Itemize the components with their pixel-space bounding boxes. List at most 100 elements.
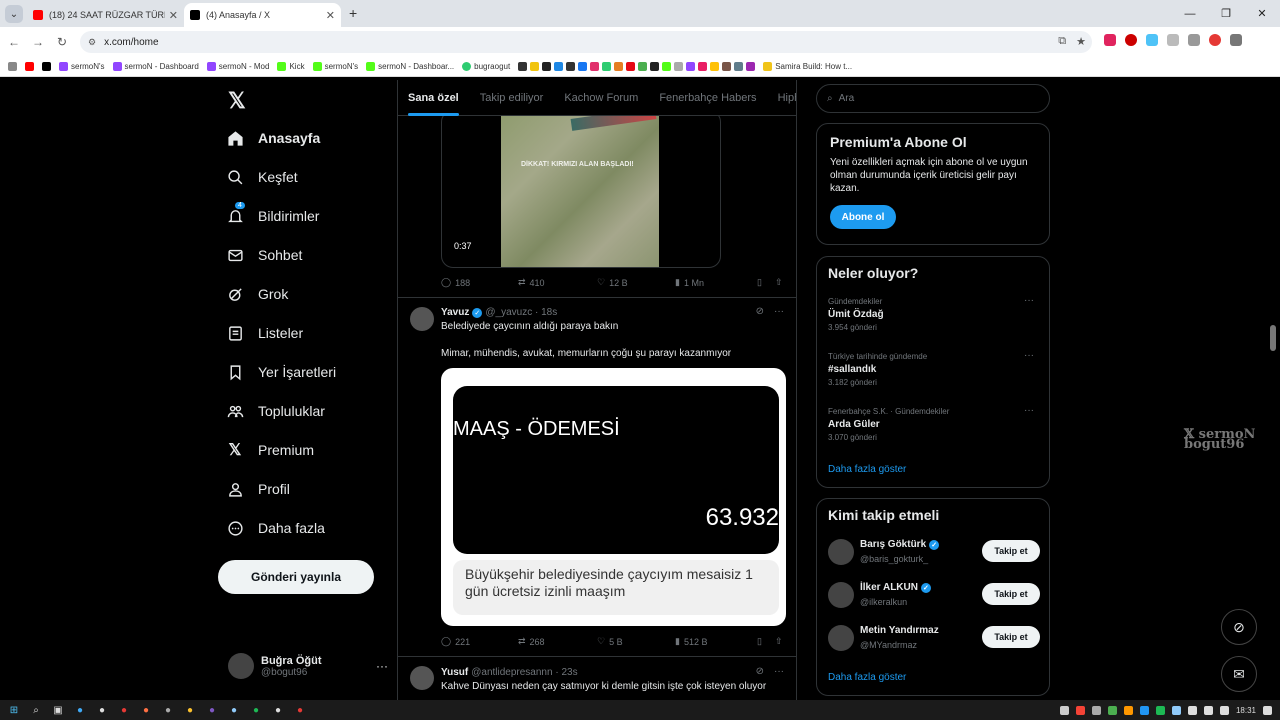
nav-lists[interactable]: Listeler	[226, 324, 303, 342]
views-button[interactable]: ▮ 1 Mn	[675, 277, 757, 288]
author-handle[interactable]: @antlidepresannn · 23s	[471, 667, 577, 678]
like-button[interactable]: ♡ 5 B	[597, 636, 675, 647]
more-icon[interactable]: ···	[774, 666, 784, 677]
tray-icon[interactable]	[1091, 705, 1101, 715]
nav-home[interactable]: Anasayfa	[226, 129, 320, 147]
avatar[interactable]	[410, 666, 434, 690]
browser-tab-youtube[interactable]: (18) 24 SAAT RÜZGAR TÜRBİNİ ✕	[27, 3, 184, 27]
reply-button[interactable]: ◯ 188	[441, 277, 518, 288]
author-name[interactable]: Yavuz	[441, 307, 469, 318]
app-icon[interactable]: ●	[272, 704, 284, 716]
task-view-icon[interactable]: ▣	[52, 704, 64, 716]
maximize-icon[interactable]: ❐	[1208, 0, 1244, 27]
tray-icon[interactable]	[1075, 705, 1085, 715]
windows-start-icon[interactable]: ⊞	[8, 704, 20, 716]
reload-icon[interactable]: ↻	[52, 35, 72, 49]
tray-icon[interactable]	[1107, 705, 1117, 715]
follow-suggestion[interactable]: İlker ALKUN ✓ @ilkeralkun Takip et	[828, 580, 1040, 610]
author-name[interactable]: Yusuf	[441, 667, 468, 678]
trend-item[interactable]: Gündemdekiler Ümit Özdağ 3.954 gönderi ·…	[828, 295, 1040, 332]
search-input[interactable]: ⌕ Ara	[816, 84, 1050, 113]
forward-icon[interactable]: →	[28, 35, 48, 49]
clock[interactable]: 18:31	[1236, 706, 1256, 715]
tweet-image[interactable]: MAAŞ - ÖDEMESİ 63.932 Büyükşehir belediy…	[441, 368, 786, 626]
bookmark-item[interactable]: sermoN - Dashboar...	[366, 62, 454, 71]
retweet-button[interactable]: ⇄ 410	[518, 277, 597, 288]
nav-messages[interactable]: Sohbet	[226, 246, 302, 264]
follow-button[interactable]: Takip et	[982, 626, 1040, 648]
bookmark-item[interactable]: sermoN's	[59, 62, 105, 71]
extension-icon[interactable]	[1146, 34, 1158, 46]
extension-icon[interactable]	[1104, 34, 1116, 46]
bookmark-item[interactable]	[42, 62, 51, 71]
wifi-icon[interactable]	[1203, 705, 1213, 715]
back-icon[interactable]: ←	[4, 35, 24, 49]
install-app-icon[interactable]: ⧉	[1058, 35, 1066, 48]
tray-icon[interactable]	[1171, 705, 1181, 715]
menu-icon[interactable]	[1230, 34, 1242, 46]
tray-icon[interactable]	[1155, 705, 1165, 715]
more-icon[interactable]: ···	[1024, 405, 1034, 416]
spotify-icon[interactable]: ●	[250, 704, 262, 716]
follow-button[interactable]: Takip et	[982, 540, 1040, 562]
like-button[interactable]: ♡ 12 B	[597, 277, 675, 288]
reply-button[interactable]: ◯ 221	[441, 636, 518, 647]
show-more-link[interactable]: Daha fazla göster	[828, 672, 906, 683]
tab-fenerbahce-habers[interactable]: Fenerbahçe Habers	[659, 92, 756, 104]
trend-item[interactable]: Fenerbahçe S.K. · Gündemdekiler Arda Gül…	[828, 405, 1040, 442]
search-icon[interactable]: ⌕	[30, 704, 42, 716]
author-handle[interactable]: @_yavuzc · 18s	[485, 307, 557, 318]
bookmark-icon[interactable]: ▯	[757, 277, 762, 288]
tab-search-button[interactable]: ⌄	[5, 5, 23, 23]
close-tab-icon[interactable]: ✕	[169, 9, 178, 22]
bookmark-item[interactable]: Samira Build: How t...	[763, 62, 852, 71]
x-logo-icon[interactable]: 𝕏	[228, 88, 246, 114]
post-button[interactable]: Gönderi yayınla	[218, 560, 374, 594]
app-icon[interactable]: ●	[140, 704, 152, 716]
follow-suggestion[interactable]: Metin Yandırmaz @MYandrmaz Takip et	[828, 623, 1040, 653]
follow-suggestion[interactable]: Barış Göktürk ✓ @baris_gokturk_ Takip et	[828, 537, 1040, 567]
scrollbar[interactable]	[1270, 325, 1276, 351]
nav-explore[interactable]: Keşfet	[226, 168, 298, 186]
tray-icon[interactable]	[1123, 705, 1133, 715]
bookmark-icon[interactable]: ▯	[757, 636, 762, 647]
url-bar[interactable]: ⚙ x.com/home ⧉ ★	[80, 31, 1092, 53]
tab-hiphop[interactable]: Hiphop	[778, 92, 796, 104]
minimize-icon[interactable]: —	[1172, 0, 1208, 27]
edge-icon[interactable]: ●	[74, 704, 86, 716]
bookmark-item[interactable]: sermoN - Mod	[206, 62, 269, 71]
trend-item[interactable]: Türkiye tarihinde gündemde #sallandık 3.…	[828, 350, 1040, 387]
account-switcher[interactable]: Buğra Öğüt @bogut96 ···	[228, 653, 388, 679]
app-icon[interactable]: ●	[294, 704, 306, 716]
messages-fab[interactable]: ✉	[1221, 656, 1257, 692]
bookmark-item[interactable]: bugraogut	[462, 62, 510, 71]
nav-grok[interactable]: Grok	[226, 285, 288, 303]
nav-more[interactable]: Daha fazla	[226, 519, 325, 537]
views-button[interactable]: ▮ 512 B	[675, 636, 757, 647]
nav-notifications[interactable]: 4 Bildirimler	[226, 202, 319, 225]
subscribe-button[interactable]: Abone ol	[830, 205, 896, 229]
apps-icon[interactable]	[8, 62, 17, 71]
volume-icon[interactable]	[1219, 705, 1229, 715]
chrome-icon[interactable]: ●	[184, 704, 196, 716]
video-player[interactable]: DİKKAT! KIRMIZI ALAN BAŞLADI! 0:37	[441, 110, 721, 268]
tab-kachow-forum[interactable]: Kachow Forum	[564, 92, 638, 104]
headset-icon[interactable]	[1059, 705, 1069, 715]
grok-fab[interactable]: ⊘	[1221, 609, 1257, 645]
bookmark-item[interactable]: sermoN's	[312, 62, 358, 71]
nav-premium[interactable]: 𝕏 Premium	[226, 441, 314, 459]
bookmark-icons[interactable]	[518, 62, 756, 71]
media-icon[interactable]	[1188, 34, 1200, 46]
avatar[interactable]	[410, 307, 434, 331]
bookmark-star-icon[interactable]: ★	[1076, 35, 1086, 48]
bookmark-item[interactable]: Kick	[277, 62, 305, 71]
close-tab-icon[interactable]: ✕	[326, 9, 335, 22]
more-icon[interactable]: ···	[376, 659, 388, 673]
browser-tab-x[interactable]: (4) Anasayfa / X ✕	[184, 3, 341, 27]
notification-icon[interactable]	[1263, 705, 1272, 715]
grok-icon[interactable]: ⊘	[756, 306, 764, 317]
tray-icon[interactable]	[1187, 705, 1197, 715]
app-icon[interactable]: ●	[96, 704, 108, 716]
tray-icon[interactable]	[1139, 705, 1149, 715]
opera-icon[interactable]: ●	[118, 704, 130, 716]
